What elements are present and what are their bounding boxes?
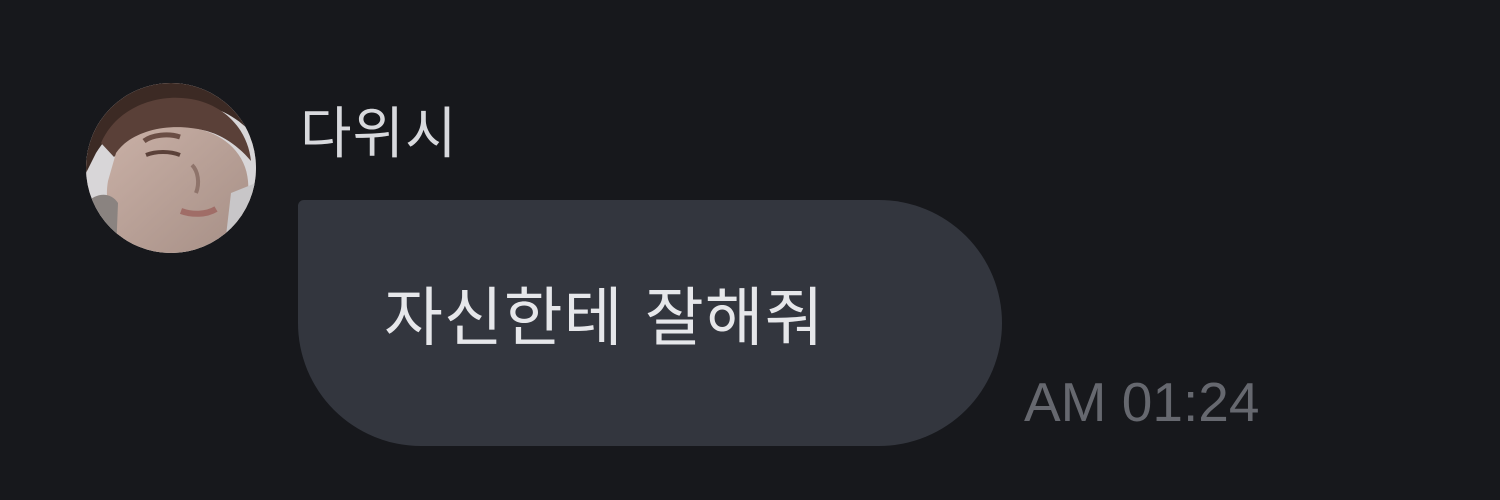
message-timestamp: AM 01:24 — [1024, 371, 1260, 433]
avatar[interactable] — [86, 83, 256, 253]
message-text: 자신한테 잘해줘 — [384, 282, 825, 356]
message-bubble[interactable]: 자신한테 잘해줘 — [298, 200, 1002, 446]
sender-name: 다위시 — [300, 102, 458, 167]
profile-photo-icon — [86, 83, 256, 253]
chat-message-row: 다위시 자신한테 잘해줘 AM 01:24 — [0, 0, 1500, 500]
